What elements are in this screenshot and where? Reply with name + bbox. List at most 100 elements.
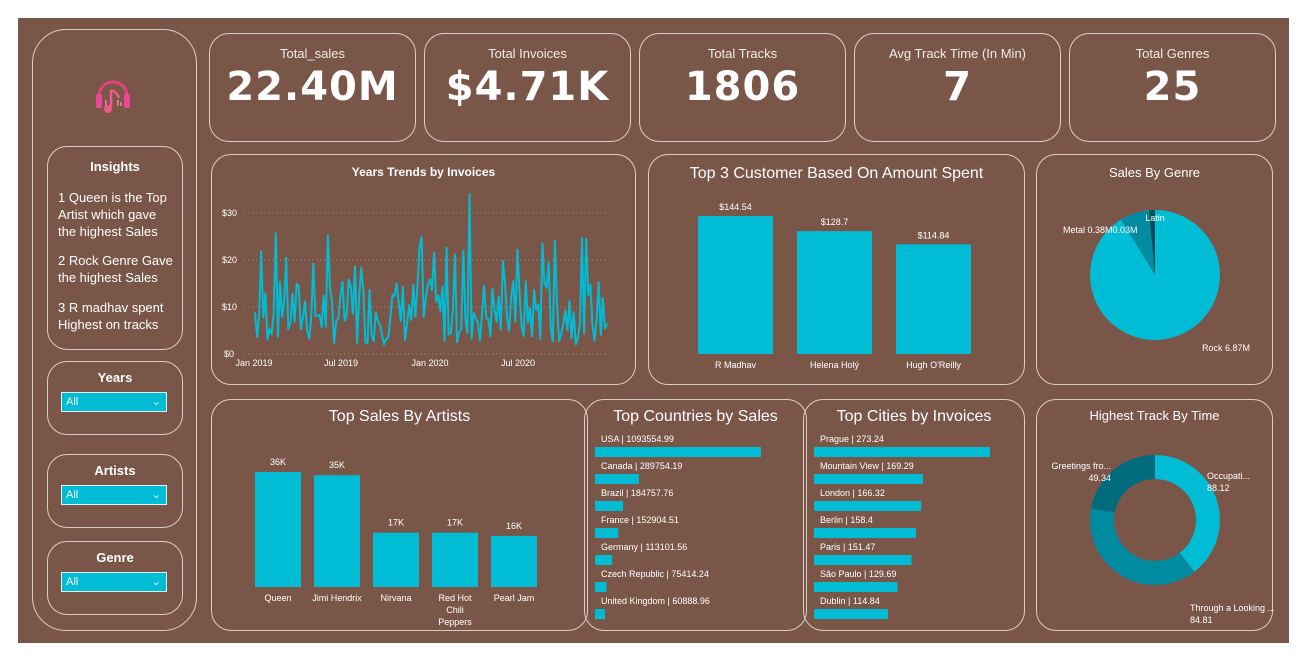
x-tick: Jan 2020 [411, 358, 448, 368]
city-bar [814, 447, 990, 457]
artist-bar [491, 535, 537, 587]
chevron-down-icon: ⌄ [151, 576, 161, 588]
artists-dropdown[interactable]: All ⌄ [61, 485, 167, 505]
artist-name: Jimi Hendrix [312, 593, 362, 603]
country-bar [595, 447, 761, 457]
kpi-value: $4.71K [445, 64, 610, 110]
city-bar [814, 528, 917, 538]
country-bar [595, 474, 639, 484]
customer-name: Hugh O'Reilly [906, 360, 961, 370]
kpi-avg-track-time: Avg Track Time (In Min) 7 [854, 33, 1061, 142]
countries-chart: USA | 1093554.99 Canada | 289754.19 Brazil… [595, 434, 761, 619]
insight-1: 1 Queen is the Top Artist which gave the… [58, 190, 167, 239]
city-bar [814, 555, 912, 565]
kpi-value: 25 [1143, 64, 1202, 110]
artist-bar-label: 17K [447, 518, 463, 528]
genre-slicer-title: Genre [96, 550, 134, 565]
x-tick: Jul 2019 [324, 358, 358, 368]
x-tick: Jul 2020 [501, 358, 535, 368]
artists-slicer-title: Artists [94, 463, 136, 478]
country-bar [595, 555, 613, 565]
kpi-title: Total Tracks [707, 46, 778, 61]
city-label: Paris | 151.47 [820, 542, 875, 552]
trend-series-line [254, 193, 608, 346]
donut-label-name: Through a Looking ... [1190, 603, 1274, 613]
city-bar [814, 609, 888, 619]
artist-bar-label: 17K [388, 518, 404, 528]
years-slicer: Years All ⌄ [47, 361, 183, 435]
years-dropdown[interactable]: All ⌄ [61, 392, 167, 412]
kpi-total-sales: Total_sales 22.40M [209, 33, 416, 142]
cities-card: Top Cities by Invoices Prague | 273.24 Mo… [803, 399, 1025, 631]
country-label: Germany | 113101.56 [601, 542, 687, 552]
artist-bar [314, 475, 360, 587]
insights-card: Insights 1 Queen is the Top Artist which… [47, 146, 183, 350]
city-bar [814, 501, 922, 511]
artist-bar-label: 36K [270, 457, 286, 467]
artist-name: Queen [264, 593, 291, 603]
donut-label-value: 49.34 [1088, 473, 1111, 483]
kpi-total-genres: Total Genres 25 [1069, 33, 1276, 142]
countries-card: Top Countries by Sales USA | 1093554.99 C… [584, 399, 807, 631]
customer-name: R Madhav [715, 360, 757, 370]
genre-dropdown-value: All [66, 576, 79, 588]
years-slicer-title: Years [97, 370, 133, 385]
country-label: United Kingdom | 60888.96 [601, 596, 710, 606]
customer-bar-label: $114.84 [918, 230, 950, 240]
artist-bar [373, 532, 419, 587]
country-label: Brazil | 184757.76 [601, 488, 673, 498]
country-label: France | 152904.51 [601, 515, 679, 525]
cities-chart: Prague | 273.24 Mountain View | 169.29 Lon… [814, 434, 990, 619]
genre-dropdown[interactable]: All ⌄ [61, 572, 167, 592]
years-trend-chart: $0 $10 $20 $30 Jan 2019 Jul 2019 Jan 202… [222, 193, 608, 368]
donut-label-value: 88.12 [1207, 483, 1230, 493]
headphones-music-icon [93, 70, 133, 120]
kpi-title: Total Invoices [488, 46, 567, 61]
insight-3: 3 R madhav spent Highest on tracks [58, 300, 164, 332]
track-time-chart: Occupati... 88.12 Through a Looking ... 84.… [1051, 455, 1274, 625]
kpi-value: 22.40M [226, 64, 399, 110]
y-tick: $10 [222, 302, 237, 312]
artist-bar [432, 532, 478, 587]
donut-label-name: Greetings fro... [1051, 461, 1111, 471]
artist-bar-label: 16K [506, 521, 522, 531]
artists-card: Top Sales By Artists 36K Queen 35K Jimi Hen… [211, 399, 588, 631]
city-label: Prague | 273.24 [820, 434, 884, 444]
artist-name: Peppers [438, 617, 472, 627]
customer-bar [698, 216, 773, 354]
city-label: São Paulo | 129.69 [820, 569, 896, 579]
years-dropdown-value: All [66, 396, 79, 408]
donut-label-value: 84.81 [1190, 615, 1213, 625]
genre-slicer: Genre All ⌄ [47, 541, 183, 615]
artists-chart: 36K Queen 35K Jimi Hendrix 17K Nirvana 17K Red … [255, 457, 537, 627]
dashboard-canvas: Insights 1 Queen is the Top Artist which… [18, 18, 1289, 643]
sales-by-genre-chart: Latin Metal 0.38M0.03M Rock 6.87M [1063, 210, 1250, 353]
artists-dropdown-value: All [66, 489, 79, 501]
sidebar: Insights 1 Queen is the Top Artist which… [32, 29, 197, 631]
top-customers-card: Top 3 Customer Based On Amount Spent $14… [648, 154, 1025, 385]
insight-2: 2 Rock Genre Gave the highest Sales [58, 253, 173, 285]
top-customers-chart: $144.54 R Madhav $128.7 Helena Holý $114.84 H… [698, 202, 971, 370]
artist-name: Red Hot [438, 593, 472, 603]
kpi-title: Total Genres [1135, 46, 1210, 61]
y-tick: $0 [224, 349, 234, 359]
pie-label-metal: Metal 0.38M0.03M [1063, 225, 1138, 235]
customer-bar [896, 244, 971, 354]
pie-label-latin: Latin [1145, 213, 1165, 223]
country-label: Canada | 289754.19 [601, 461, 682, 471]
city-label: London | 166.32 [820, 488, 885, 498]
chevron-down-icon: ⌄ [151, 396, 161, 408]
country-label: USA | 1093554.99 [601, 434, 674, 444]
kpi-title: Total_sales [279, 46, 346, 61]
y-tick: $20 [222, 255, 237, 265]
artist-name: Chili [446, 605, 464, 615]
customer-bar [797, 231, 872, 354]
track-time-card: Highest Track By Time Occupati... 88.12 Th… [1036, 399, 1274, 631]
artist-bar [255, 472, 301, 587]
city-bar [814, 582, 898, 592]
y-tick: $30 [222, 208, 237, 218]
country-bar [595, 609, 605, 619]
city-bar [814, 474, 924, 484]
city-label: Dublin | 114.84 [820, 596, 880, 606]
country-label: Czech Republic | 75414.24 [601, 569, 709, 579]
